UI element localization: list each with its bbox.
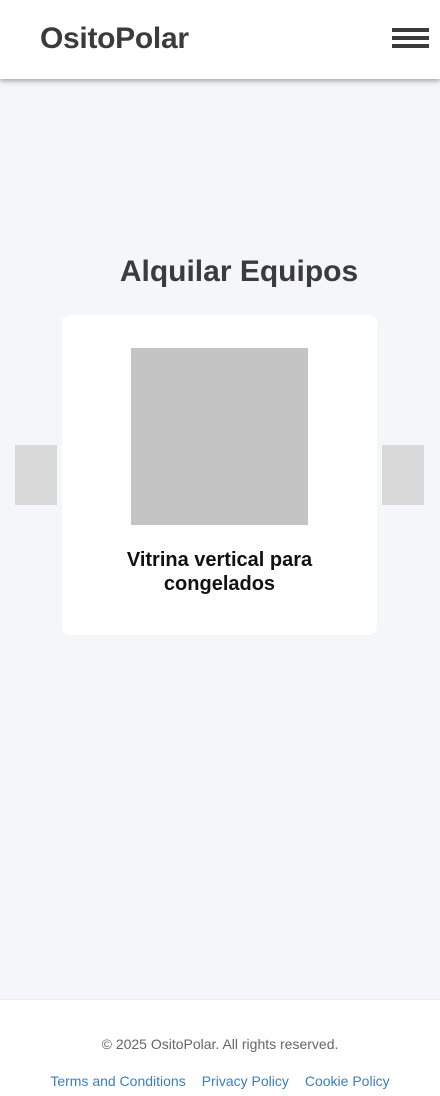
equipment-title: Vitrina vertical para congelados: [126, 549, 313, 595]
logo[interactable]: OsitoPolar: [40, 22, 189, 56]
carousel-prev-button[interactable]: [15, 445, 57, 505]
privacy-link[interactable]: Privacy Policy: [202, 1073, 289, 1089]
menu-bar: [392, 44, 429, 48]
equipment-image-placeholder: [131, 348, 308, 525]
site-header: OsitoPolar: [0, 0, 440, 79]
menu-bar: [392, 28, 429, 32]
equipment-card[interactable]: Vitrina vertical para congelados: [62, 315, 377, 635]
menu-bar: [392, 36, 429, 40]
site-footer: © 2025 OsitoPolar. All rights reserved. …: [0, 999, 440, 1096]
hamburger-menu-icon[interactable]: [392, 28, 429, 48]
copyright-text: © 2025 OsitoPolar. All rights reserved.: [101, 1036, 339, 1052]
footer-links: Terms and Conditions Privacy Policy Cook…: [0, 1073, 440, 1089]
carousel-next-button[interactable]: [382, 445, 424, 505]
page-title: Alquilar Equipos: [119, 255, 359, 288]
cookie-link[interactable]: Cookie Policy: [305, 1073, 390, 1089]
terms-link[interactable]: Terms and Conditions: [50, 1073, 185, 1089]
